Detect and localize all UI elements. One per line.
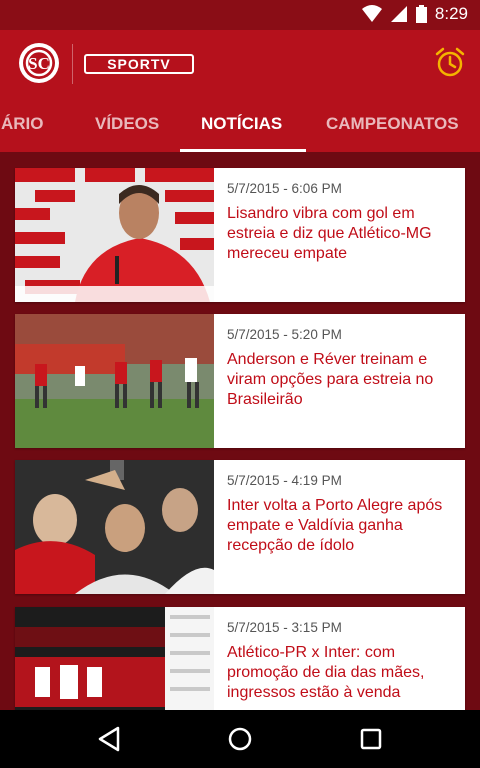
news-card[interactable]: 5/7/2015 - 3:15 PM Atlético-PR x Inter: …: [15, 607, 465, 710]
news-date: 5/7/2015 - 6:06 PM: [227, 181, 342, 196]
news-thumbnail: [15, 314, 214, 448]
tab-noticias[interactable]: NOTÍCIAS: [201, 96, 282, 152]
recents-icon[interactable]: [356, 724, 386, 754]
status-bar: 8:29: [0, 0, 480, 30]
news-thumbnail: [15, 460, 214, 594]
signal-icon: [390, 6, 407, 22]
home-icon[interactable]: [225, 724, 255, 754]
news-date: 5/7/2015 - 5:20 PM: [227, 327, 342, 342]
club-logo-icon: SC: [19, 43, 59, 83]
tab-diario[interactable]: DIÁRIO: [0, 96, 44, 152]
news-card[interactable]: 5/7/2015 - 6:06 PM Lisandro vibra com go…: [15, 168, 465, 302]
news-date: 5/7/2015 - 3:15 PM: [227, 620, 342, 635]
news-card[interactable]: 5/7/2015 - 4:19 PM Inter volta a Porto A…: [15, 460, 465, 594]
news-title[interactable]: Lisandro vibra com gol em estreia e diz …: [227, 204, 459, 264]
app-bar: SC SPORTV: [0, 30, 480, 96]
news-title[interactable]: Inter volta a Porto Alegre após empate e…: [227, 496, 459, 556]
news-thumbnail: [15, 607, 214, 710]
alarm-clock-icon[interactable]: [434, 46, 466, 78]
tab-bar: DIÁRIO VÍDEOS NOTÍCIAS CAMPEONATOS: [0, 96, 480, 152]
news-feed[interactable]: 5/7/2015 - 6:06 PM Lisandro vibra com go…: [0, 152, 480, 710]
tab-campeonatos[interactable]: CAMPEONATOS: [326, 96, 459, 152]
tab-videos[interactable]: VÍDEOS: [95, 96, 159, 152]
news-thumbnail: [15, 168, 214, 302]
wifi-icon: [361, 5, 382, 22]
news-title[interactable]: Anderson e Réver treinam e viram opções …: [227, 350, 459, 410]
svg-text:SC: SC: [28, 54, 50, 73]
system-nav-bar: [0, 710, 480, 768]
status-time: 8:29: [434, 4, 468, 23]
sportv-logo: SPORTV: [84, 54, 194, 74]
back-icon[interactable]: [94, 724, 124, 754]
battery-icon: [415, 5, 427, 23]
news-title[interactable]: Atlético-PR x Inter: com promoção de dia…: [227, 643, 459, 703]
news-card[interactable]: 5/7/2015 - 5:20 PM Anderson e Réver trei…: [15, 314, 465, 448]
logo-divider: [72, 44, 73, 84]
news-date: 5/7/2015 - 4:19 PM: [227, 473, 342, 488]
